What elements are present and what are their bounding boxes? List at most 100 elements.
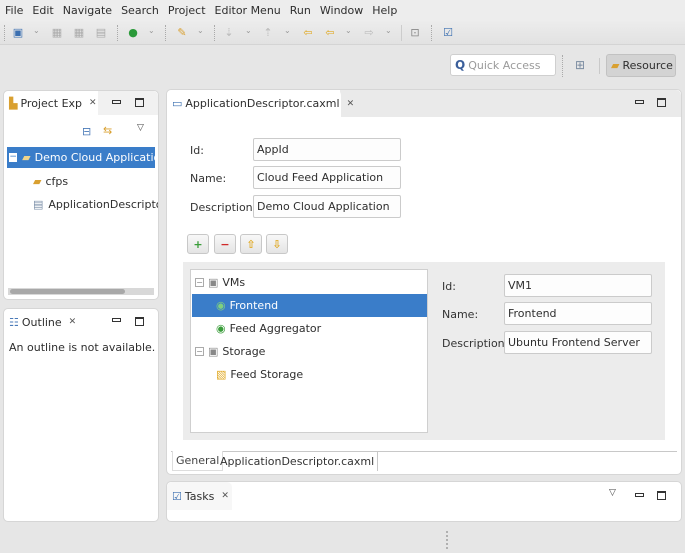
close-icon[interactable]: ✕ [69, 317, 77, 327]
tree-item-storage[interactable]: − ▣ Storage [192, 340, 427, 363]
forward-icon[interactable]: ⇨ [362, 25, 376, 39]
collapse-icon[interactable]: − [195, 278, 204, 287]
resource-perspective-button[interactable]: ▰ Resource [606, 54, 676, 77]
page-tab-source[interactable]: ApplicationDescriptor.caxml [217, 451, 379, 471]
maximize-icon[interactable] [657, 98, 666, 107]
menu-search[interactable]: Search [121, 4, 159, 17]
menu-edit[interactable]: Edit [32, 4, 53, 17]
tab-outline[interactable]: ☷ Outline ✕ [4, 309, 77, 335]
app-name-field[interactable]: Cloud Feed Application [253, 166, 401, 189]
tree-item-cfps[interactable]: ▰ cfps [33, 172, 68, 190]
tree-item-application-descriptor[interactable]: ▤ ApplicationDescriptor [33, 195, 158, 213]
toolbar-separator [117, 25, 118, 41]
vm-description-field[interactable]: Ubuntu Frontend Server [504, 331, 652, 354]
scrollbar-thumb[interactable] [10, 289, 125, 294]
remove-button[interactable]: − [214, 234, 236, 254]
new-dropdown-icon[interactable]: ⌄ [33, 26, 40, 35]
last-edit-icon[interactable]: ⇦ [301, 25, 315, 39]
tree-item-label: Feed Storage [230, 368, 304, 381]
tab-tasks[interactable]: ☑ Tasks ✕ [167, 482, 232, 510]
tree-item-feed-storage[interactable]: ▧ Feed Storage [192, 363, 427, 386]
forward-dropdown-icon[interactable]: ⌄ [385, 26, 392, 35]
view-menu-icon[interactable]: ▽ [137, 123, 144, 133]
minimize-icon[interactable] [112, 100, 121, 104]
vm-tree: − ▣ VMs ◉ Frontend ◉ Feed Aggregator − ▣… [190, 269, 428, 433]
toolbar-separator [165, 25, 166, 41]
menu-window[interactable]: Window [320, 4, 363, 17]
vm-name-value: Frontend [508, 307, 557, 320]
quick-access-placeholder: Quick Access [468, 58, 541, 72]
menu-file[interactable]: File [5, 4, 23, 17]
add-button[interactable]: + [187, 234, 209, 254]
run-icon[interactable]: ● [126, 25, 140, 39]
prev-annotation-dropdown-icon[interactable]: ⌄ [284, 26, 291, 35]
page-tab-general[interactable]: General [172, 451, 224, 471]
horizontal-scrollbar[interactable] [8, 288, 154, 295]
toolbar-separator [4, 25, 5, 41]
collapse-icon[interactable]: − [9, 153, 18, 162]
tree-item-feed-aggregator[interactable]: ◉ Feed Aggregator [192, 317, 427, 340]
toolbar-separator [214, 25, 215, 41]
pencil-icon[interactable]: ✎ [175, 25, 189, 39]
quick-access-input[interactable]: Q Quick Access [450, 54, 556, 76]
resource-perspective-label: Resource [622, 59, 673, 72]
app-id-field[interactable]: AppId [253, 138, 401, 161]
tree-item-frontend[interactable]: ◉ Frontend [192, 294, 427, 317]
close-icon[interactable]: ✕ [221, 491, 229, 501]
move-up-button[interactable]: ⇧ [240, 234, 262, 254]
save-all-icon[interactable]: ▦ [72, 25, 86, 39]
move-down-button[interactable]: ⇩ [266, 234, 288, 254]
open-perspective-icon[interactable]: ⊡ [408, 25, 422, 39]
tasks-tab-label: Tasks [184, 489, 215, 503]
print-icon[interactable]: ▤ [94, 25, 108, 39]
maximize-icon[interactable] [135, 317, 144, 326]
prev-annotation-icon[interactable]: ⇡ [261, 25, 275, 39]
editor-tab-strip [340, 90, 681, 117]
sash-handle[interactable] [446, 531, 448, 549]
back-dropdown-icon[interactable]: ⌄ [345, 26, 352, 35]
vm-name-field[interactable]: Frontend [504, 302, 652, 325]
menu-run[interactable]: Run [290, 4, 311, 17]
vm-description-label: Description: [442, 337, 509, 350]
vm-id-field[interactable]: VM1 [504, 274, 652, 297]
menu-navigate[interactable]: Navigate [63, 4, 112, 17]
view-menu-icon[interactable]: ▽ [609, 488, 616, 498]
link-with-editor-icon[interactable]: ⇆ [103, 124, 112, 137]
open-perspective-icon[interactable]: ⊞ [575, 58, 585, 72]
tree-item-label: Storage [222, 345, 266, 358]
vm-icon: ◉ [216, 299, 226, 312]
next-annotation-icon[interactable]: ⇣ [222, 25, 236, 39]
maximize-icon[interactable] [135, 98, 144, 107]
tree-item-demo-cloud-application[interactable]: − ▰ Demo Cloud Application [7, 147, 155, 168]
toolbar: ▣ ⌄ ▦ ▦ ▤ ● ⌄ ✎ ⌄ ⇣ ⌄ ⇡ ⌄ ⇦ ⇦ ⌄ ⇨ ⌄ ⊡ ☑ [0, 21, 685, 45]
app-name-label: Name: [190, 172, 227, 185]
tab-application-descriptor[interactable]: ▭ ApplicationDescriptor.caxml ✕ [167, 90, 354, 117]
menu-help[interactable]: Help [372, 4, 397, 17]
app-description-field[interactable]: Demo Cloud Application [253, 195, 401, 218]
storage-icon: ▧ [216, 368, 227, 381]
project-explorer-icon: ▙ [9, 96, 18, 110]
minimize-icon[interactable] [635, 100, 644, 104]
back-icon[interactable]: ⇦ [323, 25, 337, 39]
menu-project[interactable]: Project [168, 4, 206, 17]
pencil-dropdown-icon[interactable]: ⌄ [197, 26, 204, 35]
menu-editor-menu[interactable]: Editor Menu [215, 4, 281, 17]
plus-icon: + [193, 237, 203, 251]
next-annotation-dropdown-icon[interactable]: ⌄ [245, 26, 252, 35]
collapse-all-icon[interactable]: ⊟ [82, 125, 91, 138]
tree-item-vms[interactable]: − ▣ VMs [192, 271, 427, 294]
close-icon[interactable]: ✕ [347, 99, 355, 109]
collapse-icon[interactable]: − [195, 347, 204, 356]
run-dropdown-icon[interactable]: ⌄ [148, 26, 155, 35]
maximize-icon[interactable] [657, 491, 666, 500]
close-icon[interactable]: ✕ [89, 98, 97, 108]
tree-item-label: Frontend [229, 299, 279, 312]
minimize-icon[interactable] [112, 318, 121, 322]
new-icon[interactable]: ▣ [11, 25, 25, 39]
vm-id-label: Id: [442, 280, 456, 293]
tab-project-explorer[interactable]: ▙ Project Exp ✕ [4, 91, 98, 115]
tasks-icon[interactable]: ☑ [441, 25, 455, 39]
save-icon[interactable]: ▦ [50, 25, 64, 39]
perspective-separator [599, 58, 600, 74]
minimize-icon[interactable] [635, 493, 644, 497]
